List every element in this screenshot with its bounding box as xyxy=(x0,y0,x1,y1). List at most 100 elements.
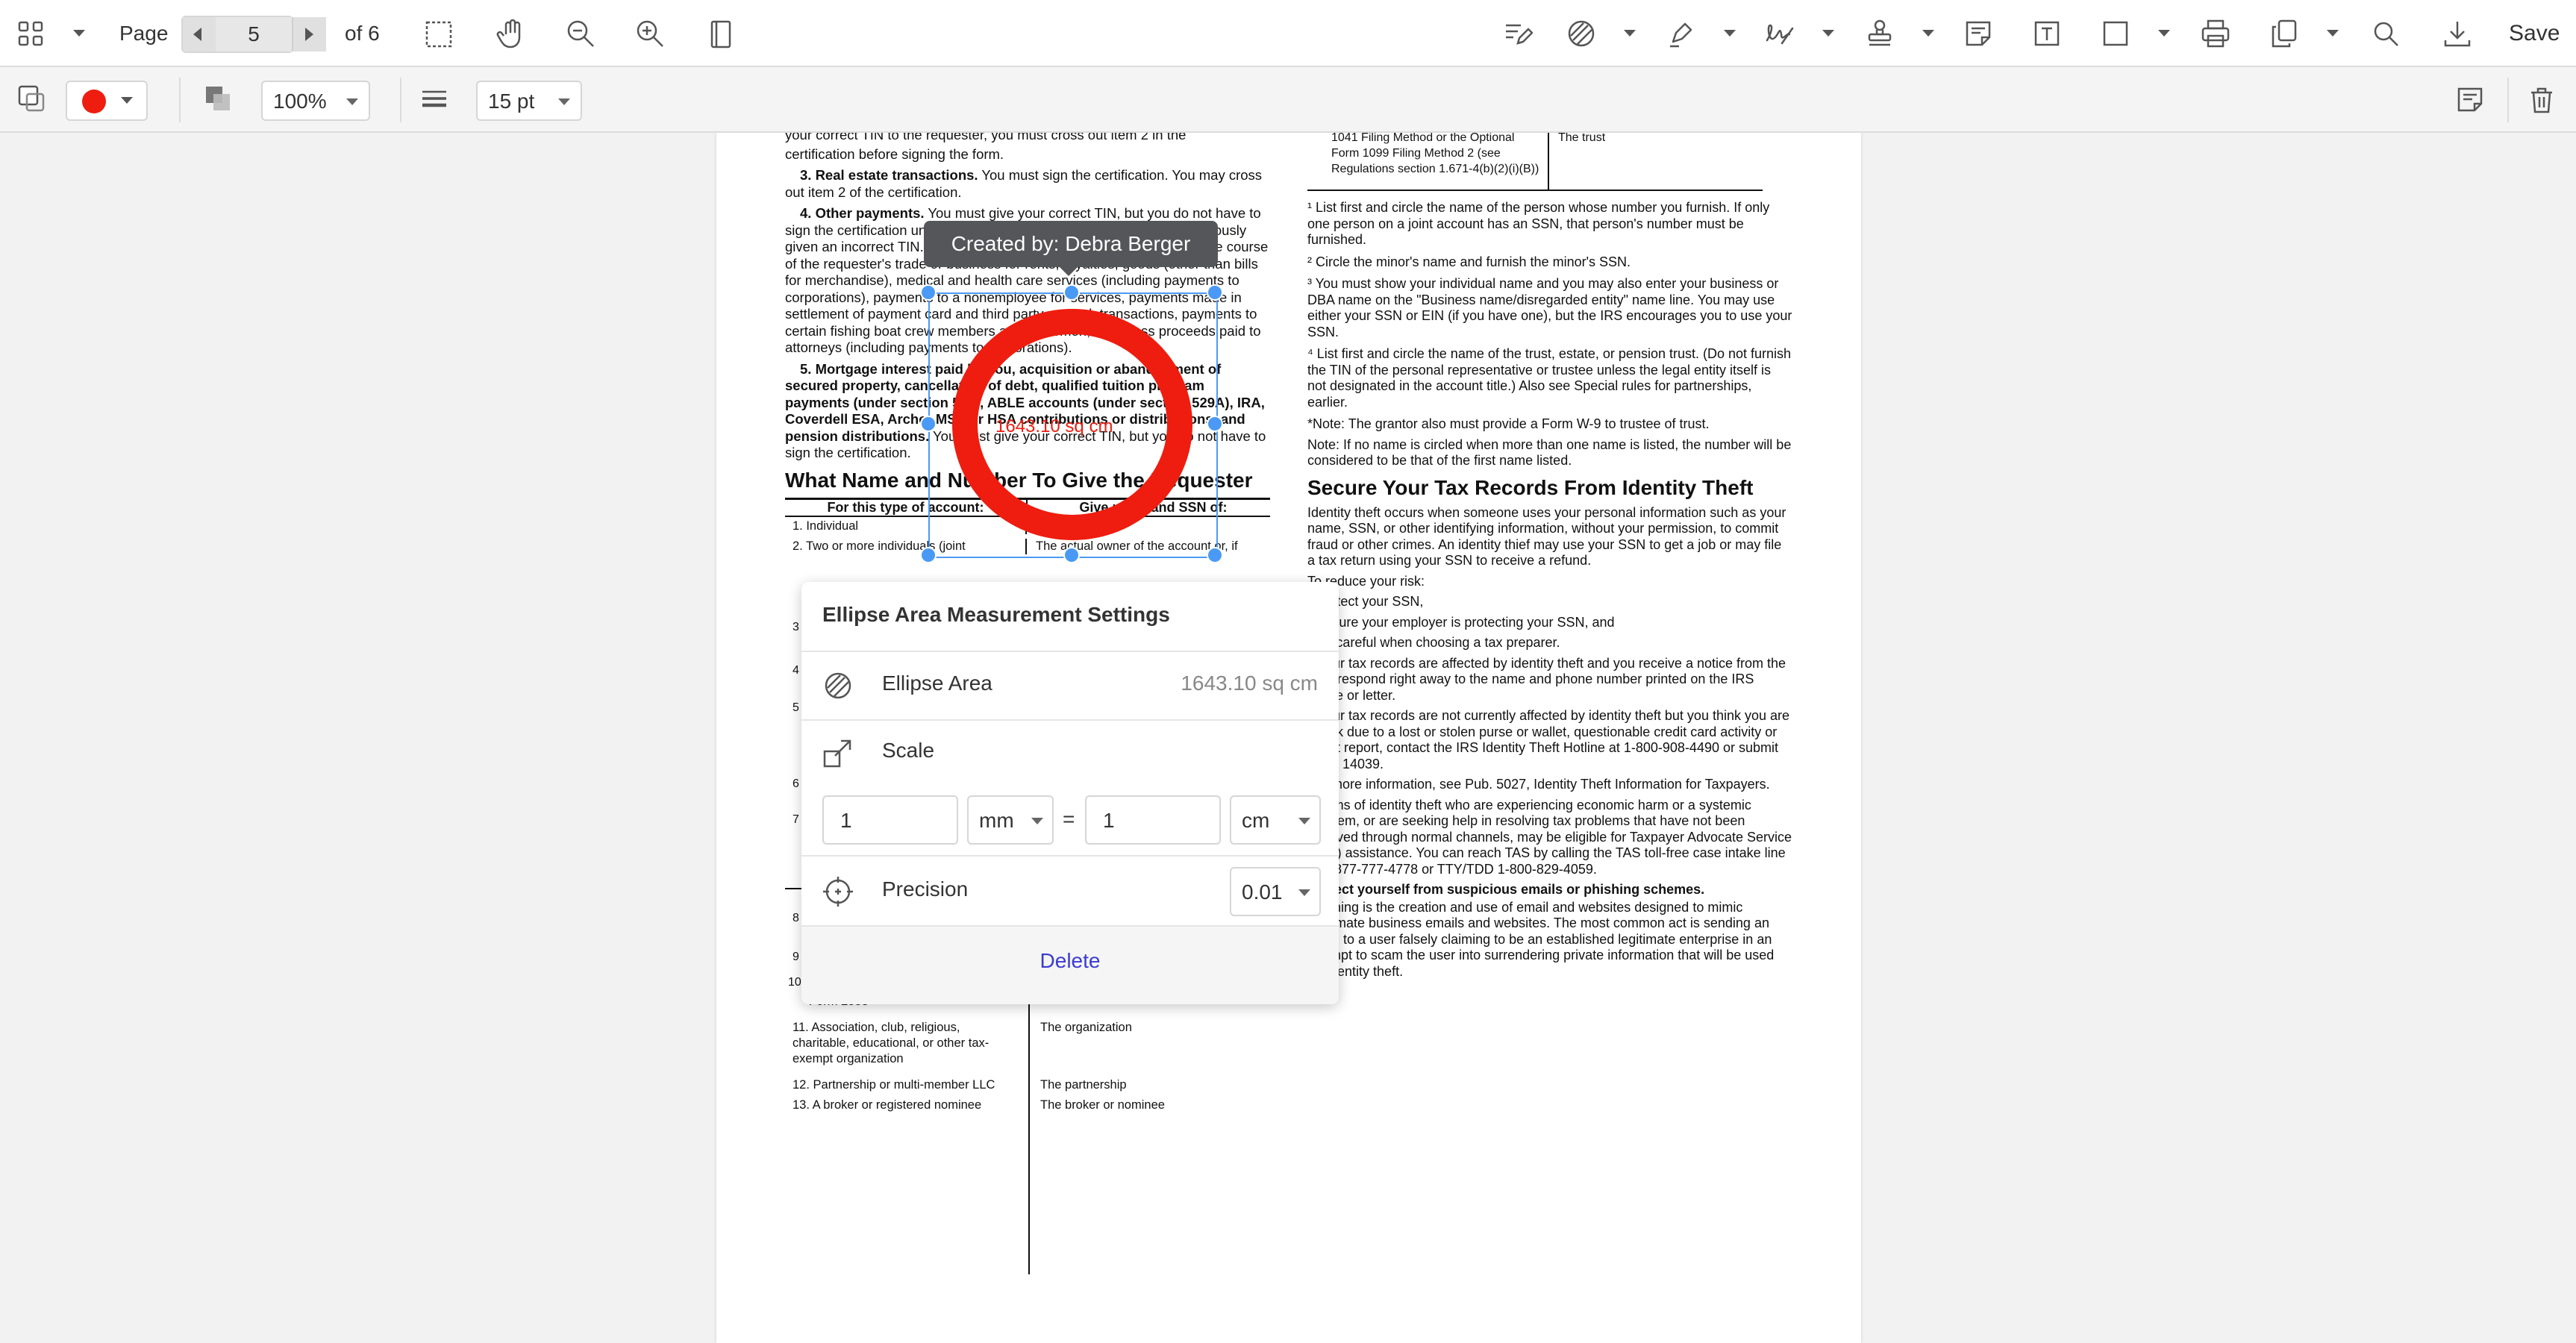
table-cell: The partnership xyxy=(1040,1078,1127,1092)
pan-hand-icon[interactable] xyxy=(494,16,528,51)
next-page-button[interactable] xyxy=(292,17,326,51)
resize-handle[interactable] xyxy=(1063,284,1080,301)
table-divider xyxy=(1548,133,1549,190)
table-cell: The broker or nominee xyxy=(1040,1098,1165,1112)
resize-handle[interactable] xyxy=(920,416,937,432)
opacity-dropdown[interactable]: 100% xyxy=(261,81,370,121)
chevron-down-icon[interactable] xyxy=(2158,30,2170,37)
chevron-down-icon[interactable] xyxy=(1724,30,1736,37)
scale-from-value: 1 xyxy=(840,809,852,832)
section-title: 3. Real estate transactions. xyxy=(800,167,978,183)
chevron-right-icon xyxy=(305,28,313,41)
rectangle-shape-icon[interactable] xyxy=(2098,16,2133,51)
signature-icon[interactable] xyxy=(1763,16,1797,51)
paragraph: Victims of identity theft who are experi… xyxy=(1307,797,1792,877)
chevron-down-icon xyxy=(346,98,358,105)
table-cell: 1041 Filing Method or the Optional Form … xyxy=(1331,133,1539,175)
delete-button[interactable]: Delete xyxy=(801,949,1339,973)
row-number: 10 xyxy=(788,976,801,989)
opacity-value: 100% xyxy=(273,90,327,113)
edit-annotation-icon[interactable] xyxy=(1500,16,1534,51)
row-number: 3 xyxy=(793,621,799,633)
row-number: 5 xyxy=(793,701,799,714)
annotation-property-toolbar: 100% 15 pt xyxy=(0,67,2576,133)
chevron-down-icon[interactable] xyxy=(1822,30,1834,37)
area-label: Ellipse Area xyxy=(882,672,992,695)
stamp-icon[interactable] xyxy=(1863,16,1897,51)
zoom-out-icon[interactable] xyxy=(563,16,598,51)
search-icon[interactable] xyxy=(2369,16,2403,51)
footnote: ⁴ List first and circle the name of the … xyxy=(1307,346,1792,410)
right-text-column: ¹ List first and circle the name of the … xyxy=(1307,200,1792,982)
highlighter-icon[interactable] xyxy=(1664,16,1698,51)
download-icon[interactable] xyxy=(2440,16,2475,51)
bullet-item: • Protect your SSN, xyxy=(1307,594,1424,609)
precision-dropdown[interactable]: 0.01 xyxy=(1230,867,1321,916)
copy-pages-icon[interactable] xyxy=(2267,16,2301,51)
chevron-down-icon[interactable] xyxy=(1624,30,1636,37)
page-label: Page xyxy=(119,22,169,45)
page-navigator: 5 xyxy=(181,16,326,53)
resize-handle[interactable] xyxy=(1207,284,1223,301)
grid-view-icon[interactable] xyxy=(15,18,46,49)
print-icon[interactable] xyxy=(2198,16,2233,51)
text-box-icon[interactable] xyxy=(2030,16,2064,51)
scale-icon xyxy=(821,736,855,770)
paragraph: If your tax records are not currently af… xyxy=(1307,708,1790,771)
author-tooltip: Created by: Debra Berger xyxy=(924,221,1218,276)
resize-handle[interactable] xyxy=(1063,547,1080,563)
precision-value: 0.01 xyxy=(1242,880,1283,904)
footnote: ¹ List first and circle the name of the … xyxy=(1307,200,1770,247)
page-number-input[interactable]: 5 xyxy=(216,17,292,51)
scale-to-input[interactable]: 1 xyxy=(1085,795,1221,845)
table-row: 12. Partnership or multi-member LLC The … xyxy=(785,1077,1307,1093)
trash-icon[interactable] xyxy=(2525,84,2558,116)
scale-to-value: 1 xyxy=(1103,809,1115,832)
fit-page-icon[interactable] xyxy=(704,18,737,51)
chevron-down-icon xyxy=(1298,818,1310,824)
chevron-down-icon xyxy=(1298,889,1310,896)
popup-footer: Delete xyxy=(801,925,1339,1004)
scale-to-unit-dropdown[interactable]: cm xyxy=(1230,795,1321,845)
stroke-color-swatch xyxy=(82,90,106,113)
resize-handle[interactable] xyxy=(920,284,937,301)
measurement-settings-popup: Ellipse Area Measurement Settings Ellips… xyxy=(801,582,1339,1004)
fill-color-icon[interactable] xyxy=(15,82,48,115)
popup-title: Ellipse Area Measurement Settings xyxy=(822,603,1170,626)
scale-from-input[interactable]: 1 xyxy=(822,795,958,845)
thickness-value: 15 pt xyxy=(488,90,535,113)
thickness-dropdown[interactable]: 15 pt xyxy=(476,81,582,121)
resize-handle[interactable] xyxy=(920,547,937,563)
resize-handle[interactable] xyxy=(1207,547,1223,563)
scale-from-unit-dropdown[interactable]: mm xyxy=(967,795,1054,845)
row-number: 4 xyxy=(793,664,799,677)
lower-table: Form 2553 11. Association, club, religio… xyxy=(785,994,1307,1113)
footnote: ³ You must show your individual name and… xyxy=(1307,276,1792,339)
zoom-in-icon[interactable] xyxy=(633,16,667,51)
selection-box[interactable] xyxy=(928,292,1218,558)
sticky-note-icon[interactable] xyxy=(1961,16,1995,51)
chevron-down-icon[interactable] xyxy=(73,30,85,37)
precision-row: Precision 0.01 xyxy=(801,855,1339,925)
chevron-down-icon[interactable] xyxy=(2327,30,2339,37)
resize-handle[interactable] xyxy=(1207,416,1223,432)
area-row: Ellipse Area 1643.10 sq cm xyxy=(801,651,1339,719)
chevron-down-icon[interactable] xyxy=(1922,30,1934,37)
opacity-icon xyxy=(201,82,234,115)
row-number: 8 xyxy=(793,912,799,924)
area-measure-icon xyxy=(821,669,855,703)
area-measure-icon[interactable] xyxy=(1564,16,1598,51)
save-button[interactable]: Save xyxy=(2509,19,2560,48)
marquee-select-icon[interactable] xyxy=(422,18,455,51)
comment-icon[interactable] xyxy=(2454,84,2486,116)
divider xyxy=(2507,78,2509,122)
paragraph: Identity theft occurs when someone uses … xyxy=(1307,504,1786,569)
scale-row: Scale 1 mm = 1 cm xyxy=(801,719,1339,855)
table-cell: 13. A broker or registered nominee xyxy=(793,1098,982,1112)
chevron-down-icon xyxy=(558,98,570,105)
line-thickness-icon xyxy=(418,82,451,115)
crosshair-icon xyxy=(821,874,855,909)
stroke-color-picker[interactable] xyxy=(66,81,148,121)
prev-page-button[interactable] xyxy=(183,17,217,51)
table-cell: The organization xyxy=(1040,1021,1132,1034)
